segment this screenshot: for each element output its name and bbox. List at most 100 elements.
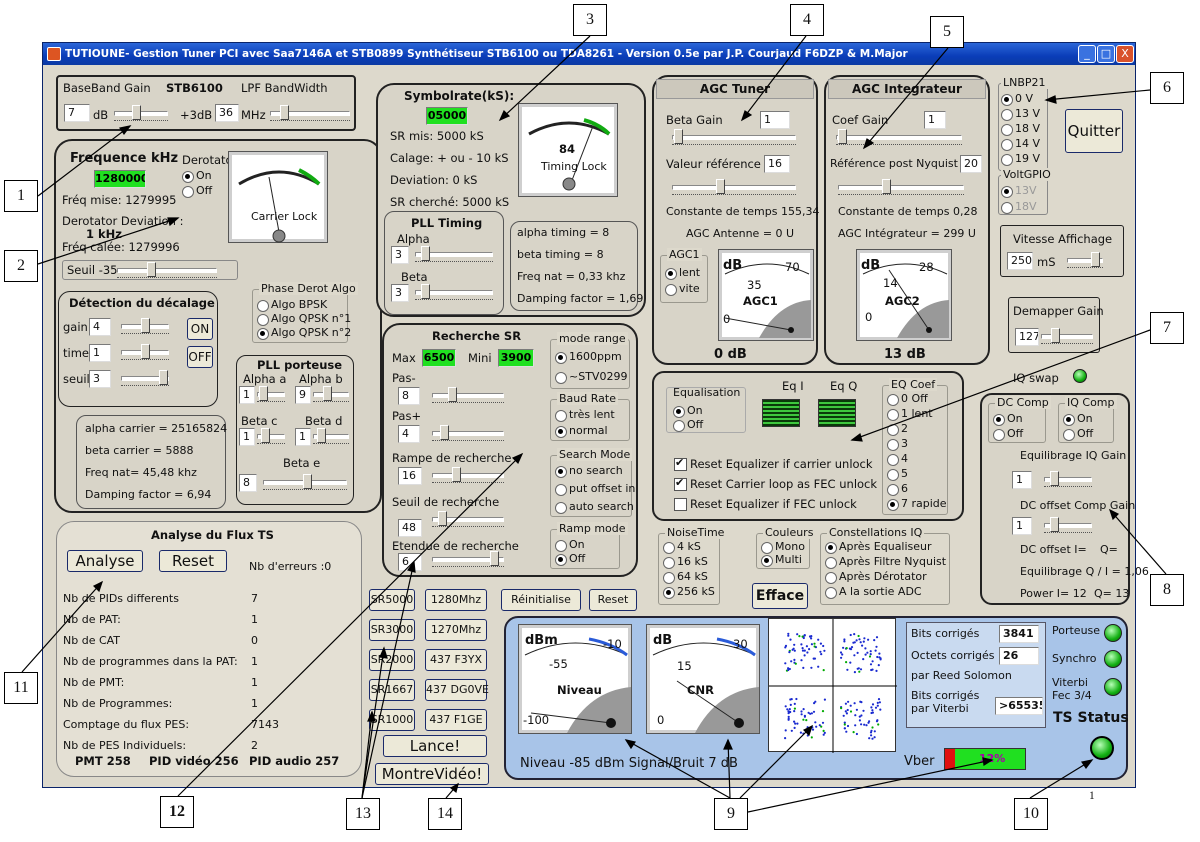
beta-d-slider[interactable] — [313, 428, 349, 444]
beta-gain-slider[interactable] — [672, 129, 796, 145]
f437-f3yx-button[interactable]: 437 F3YX — [425, 649, 487, 671]
agc1-vite-radio[interactable]: vite — [665, 282, 700, 296]
eq-iq-gain-input[interactable]: 1 — [1012, 471, 1032, 489]
ramp-on-radio[interactable]: On — [555, 538, 585, 552]
sr2000-button[interactable]: SR2000 — [369, 649, 415, 671]
decalage-gain-slider[interactable] — [121, 318, 169, 334]
rampe-input[interactable]: 16 — [398, 467, 422, 485]
const-adc-radio[interactable]: A la sortie ADC — [825, 585, 922, 599]
bandwidth-input[interactable]: 36 — [215, 104, 239, 122]
beta-c-slider[interactable] — [257, 428, 285, 444]
decalage-seuil-input[interactable]: 3 — [89, 370, 111, 388]
eq-coef-2-radio[interactable]: 2 — [887, 422, 908, 436]
eq-coef-6-radio[interactable]: 6 — [887, 482, 908, 496]
derotator-on-radio[interactable]: On — [182, 169, 212, 183]
vitesse-slider[interactable] — [1067, 252, 1103, 268]
noise-4ks-radio[interactable]: 4 kS — [663, 540, 701, 554]
sr5000-button[interactable]: SR5000 — [369, 589, 415, 611]
f1270-button[interactable]: 1270Mhz — [425, 619, 487, 641]
coef-gain-slider[interactable] — [836, 129, 962, 145]
iq-comp-off-radio[interactable]: Off — [1063, 427, 1093, 441]
gpio-13v-radio[interactable]: 13V — [1001, 184, 1037, 198]
sr3000-button[interactable]: SR3000 — [369, 619, 415, 641]
eq-coef-7-radio[interactable]: 7 rapide — [887, 497, 947, 511]
coef-gain-input[interactable]: 1 — [924, 111, 946, 129]
decalage-gain-input[interactable]: 4 — [89, 318, 111, 336]
alpha-a-slider[interactable] — [257, 386, 285, 402]
reset-flux-button[interactable]: Reset — [159, 550, 227, 572]
reinitialise-button[interactable]: Réinitialise — [501, 589, 581, 611]
pas-plus-input[interactable]: 4 — [398, 425, 420, 443]
derotator-off-radio[interactable]: Off — [182, 184, 212, 198]
quitter-button[interactable]: Quitter — [1065, 109, 1123, 153]
ramp-off-radio[interactable]: Off — [555, 552, 585, 566]
vref-slider[interactable] — [672, 179, 796, 195]
lnb-13v-radio[interactable]: 13 V — [1001, 107, 1040, 121]
montre-video-button[interactable]: MontreVidéo! — [375, 763, 489, 785]
iq-swap-led[interactable] — [1073, 369, 1087, 383]
gpio-18v-radio[interactable]: 18V — [1001, 200, 1037, 214]
decalage-seuil-slider[interactable] — [121, 370, 169, 386]
baseband-gain-input[interactable]: 7 — [64, 104, 90, 122]
dc-comp-off-radio[interactable]: Off — [993, 427, 1023, 441]
vref-input[interactable]: 16 — [764, 155, 790, 173]
couleurs-multi-radio[interactable]: Multi — [761, 553, 802, 567]
gain-slider[interactable] — [114, 105, 168, 121]
pll-alpha-slider[interactable] — [415, 246, 493, 262]
algo-bpsk-radio[interactable]: Algo BPSK — [257, 298, 327, 312]
baud-tres-lent-radio[interactable]: très lent — [555, 408, 615, 422]
beta-c-input[interactable]: 1 — [239, 428, 255, 446]
reset-eq-carrier-checkbox[interactable]: Reset Equalizer if carrier unlock — [674, 456, 873, 471]
pll-alpha-input[interactable]: 3 — [391, 246, 409, 264]
eq-coef-0-radio[interactable]: 0 Off — [887, 392, 928, 406]
algo-qpsk1-radio[interactable]: Algo QPSK n°1 — [257, 312, 351, 326]
decalage-time-input[interactable]: 1 — [89, 344, 111, 362]
eq-iq-gain-slider[interactable] — [1044, 471, 1092, 487]
seuil-recherche-input[interactable]: 48 — [398, 519, 422, 537]
sr1000-button[interactable]: SR1000 — [369, 709, 415, 731]
dc-comp-on-radio[interactable]: On — [993, 412, 1023, 426]
const-apres-eq-radio[interactable]: Après Equaliseur — [825, 540, 932, 554]
decalage-time-slider[interactable] — [121, 344, 169, 360]
pll-beta-input[interactable]: 3 — [391, 284, 409, 302]
beta-e-slider[interactable] — [263, 474, 347, 490]
demapper-input[interactable]: 127 — [1015, 328, 1039, 346]
const-apres-derot-radio[interactable]: Après Dérotator — [825, 570, 927, 584]
lnb-19v-radio[interactable]: 19 V — [1001, 152, 1040, 166]
reset-carrier-fec-checkbox[interactable]: Reset Carrier loop as FEC unlock — [674, 476, 877, 491]
maximize-button[interactable]: □ — [1097, 45, 1115, 63]
noise-16ks-radio[interactable]: 16 kS — [663, 555, 708, 569]
lnb-14v-radio[interactable]: 14 V — [1001, 137, 1040, 151]
baud-normal-radio[interactable]: normal — [555, 424, 608, 438]
f1280-button[interactable]: 1280Mhz — [425, 589, 487, 611]
decalage-off-button[interactable]: OFF — [187, 346, 213, 368]
pas-minus-slider[interactable] — [432, 387, 504, 403]
mode-1600ppm-radio[interactable]: 1600ppm — [555, 350, 622, 364]
beta-e-input[interactable]: 8 — [239, 474, 257, 492]
lance-button[interactable]: Lance! — [383, 735, 487, 757]
noise-64ks-radio[interactable]: 64 kS — [663, 570, 708, 584]
agc1-lent-radio[interactable]: lent — [665, 266, 700, 280]
eq-coef-4-radio[interactable]: 4 — [887, 452, 908, 466]
etendue-input[interactable]: 6 — [398, 553, 422, 571]
algo-qpsk2-radio[interactable]: Algo QPSK n°2 — [257, 326, 351, 340]
couleurs-mono-radio[interactable]: Mono — [761, 540, 805, 554]
ref-nyquist-slider[interactable] — [838, 179, 964, 195]
efface-button[interactable]: Efface — [752, 583, 808, 609]
eq-coef-5-radio[interactable]: 5 — [887, 467, 908, 481]
analyse-button[interactable]: Analyse — [67, 550, 143, 572]
eq-coef-1-radio[interactable]: 1 lent — [887, 407, 933, 421]
vitesse-input[interactable]: 250 — [1007, 252, 1033, 270]
pll-beta-slider[interactable] — [415, 284, 493, 300]
lnb-18v-radio[interactable]: 18 V — [1001, 122, 1040, 136]
pas-plus-slider[interactable] — [432, 425, 504, 441]
reset-sr-button[interactable]: Reset — [589, 589, 637, 611]
alpha-b-input[interactable]: 9 — [295, 386, 311, 404]
minimize-button[interactable]: _ — [1078, 45, 1096, 63]
const-apres-nyquist-radio[interactable]: Après Filtre Nyquist — [825, 555, 946, 569]
iq-comp-on-radio[interactable]: On — [1063, 412, 1093, 426]
search-offset-radio[interactable]: put offset in — [555, 482, 635, 496]
noise-256ks-radio[interactable]: 256 kS — [663, 585, 715, 599]
ref-nyquist-input[interactable]: 20 — [960, 155, 982, 173]
seuil-recherche-slider[interactable] — [432, 511, 504, 527]
